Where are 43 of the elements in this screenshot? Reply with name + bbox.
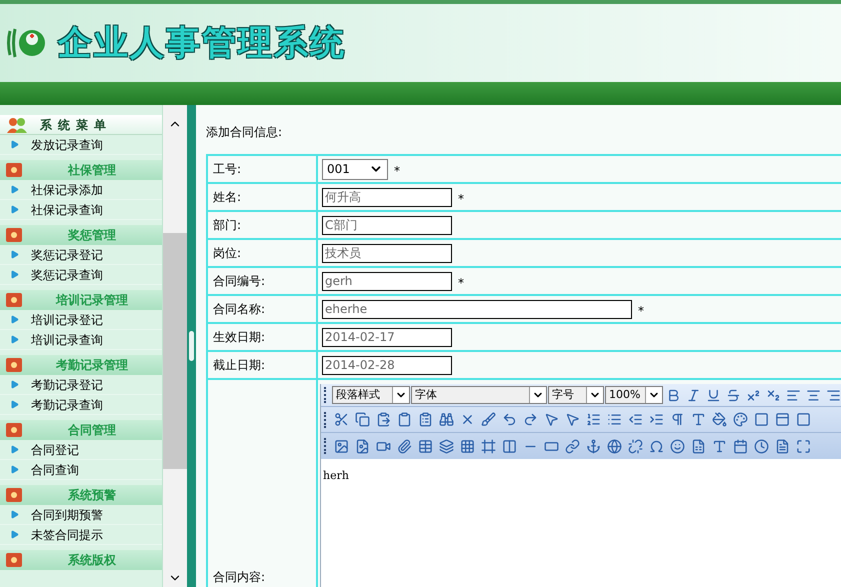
editor-text: herh — [323, 469, 349, 482]
toolbar-dropdown[interactable]: 字号 — [548, 386, 604, 404]
sidebar-title: 系统菜单 — [40, 116, 112, 134]
toolbar-dropdown[interactable]: 段落样式 — [332, 386, 410, 404]
menu-item[interactable]: 合同到期预警 — [0, 505, 162, 525]
text-field[interactable]: 2014-02-17 — [322, 328, 452, 346]
field-label: 合同内容: — [213, 569, 266, 586]
employee-id-select[interactable]: 001 — [322, 158, 388, 180]
required-mark: * — [458, 191, 464, 208]
menu-item[interactable]: 社保记录添加 — [0, 180, 162, 200]
field-label: 合同编号: — [213, 273, 266, 290]
menu-item[interactable]: 发放记录查询 — [0, 135, 162, 155]
field-label: 工号: — [213, 161, 242, 178]
field-label: 部门: — [213, 217, 242, 234]
menu-item[interactable]: 奖惩记录登记 — [0, 245, 162, 265]
required-mark: * — [638, 303, 644, 320]
text-field[interactable]: C部门 — [322, 216, 452, 234]
menu-item[interactable]: 社保记录查询 — [0, 200, 162, 220]
menu-item[interactable]: 合同查询 — [0, 460, 162, 480]
toolbar-dropdown[interactable]: 100% — [605, 386, 663, 404]
editor-content-area[interactable]: herh — [321, 459, 841, 587]
toolbar-dropdown[interactable]: 字体 — [411, 386, 547, 404]
menu-item[interactable]: 合同登记 — [0, 440, 162, 460]
field-label: 合同名称: — [213, 301, 266, 318]
menu-item[interactable]: 考勤记录查询 — [0, 395, 162, 415]
text-field[interactable]: 技术员 — [322, 244, 452, 262]
menu-item[interactable]: 考勤记录登记 — [0, 375, 162, 395]
field-label: 岗位: — [213, 245, 242, 262]
field-label: 姓名: — [213, 189, 242, 206]
menu-item[interactable]: 奖惩记录查询 — [0, 265, 162, 285]
text-field[interactable]: eherhe — [322, 300, 632, 318]
app-title: 企业人事管理系统 — [58, 22, 346, 64]
field-label: 截止日期: — [213, 357, 266, 374]
field-label: 生效日期: — [213, 329, 266, 346]
required-mark: * — [458, 275, 464, 292]
text-field[interactable]: 2014-02-28 — [322, 356, 452, 374]
menu-item[interactable]: 未签合同提示 — [0, 525, 162, 545]
menu-item[interactable]: 培训记录查询 — [0, 330, 162, 350]
form-title: 添加合同信息: — [206, 124, 284, 141]
menu-item[interactable]: 培训记录登记 — [0, 310, 162, 330]
text-field[interactable]: gerh — [322, 272, 452, 290]
text-field[interactable]: 何升高 — [322, 188, 452, 206]
required-mark: * — [394, 163, 400, 180]
